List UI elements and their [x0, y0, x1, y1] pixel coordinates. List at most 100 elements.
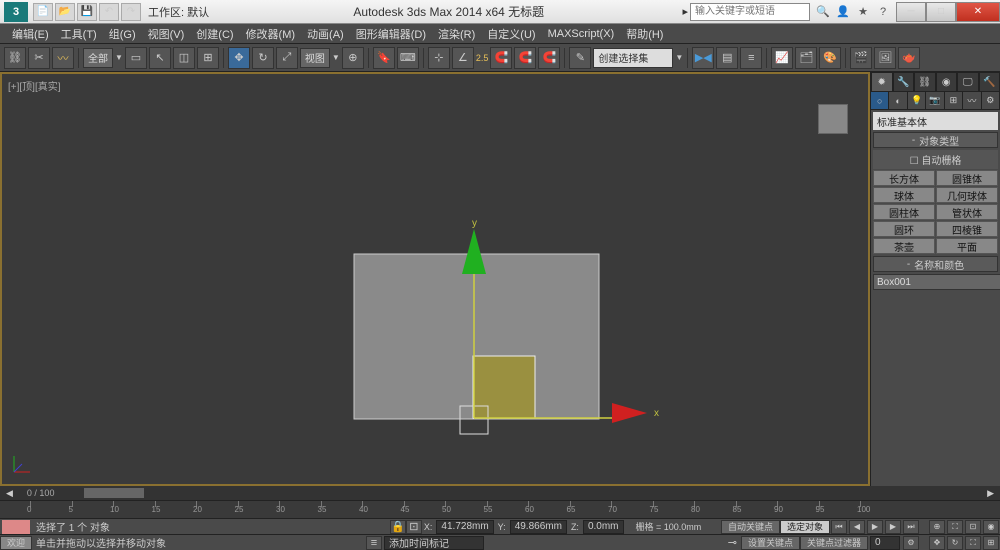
- viewport-canvas[interactable]: y x: [2, 74, 868, 484]
- timeline-ruler[interactable]: 0510152025303540455055606570758085909510…: [0, 500, 1000, 518]
- open-icon[interactable]: 📂: [55, 3, 75, 21]
- script-icon[interactable]: ≡: [366, 536, 382, 550]
- tab-modify[interactable]: 🔧: [893, 72, 915, 92]
- curve-ed-icon[interactable]: 📈: [771, 47, 793, 69]
- ref-coord-dropdown[interactable]: 视图: [300, 48, 330, 68]
- abs-icon[interactable]: ⊡: [406, 520, 422, 534]
- mirror-icon[interactable]: ▶◀: [692, 47, 714, 69]
- menu-group[interactable]: 组(G): [103, 26, 142, 42]
- menu-animation[interactable]: 动画(A): [301, 26, 350, 42]
- sub-helpers[interactable]: ⊞: [945, 92, 963, 109]
- sub-spacewarps[interactable]: 〰: [963, 92, 981, 109]
- viewnav-6-icon[interactable]: ↻: [947, 536, 963, 550]
- select-window-icon[interactable]: ⊞: [197, 47, 219, 69]
- obj-torus[interactable]: 圆环: [873, 221, 935, 237]
- help-icon[interactable]: ?: [874, 3, 892, 21]
- maximize-button[interactable]: □: [926, 2, 956, 22]
- menu-rendering[interactable]: 渲染(R): [432, 26, 481, 42]
- sub-lights[interactable]: 💡: [908, 92, 926, 109]
- menu-tools[interactable]: 工具(T): [55, 26, 103, 42]
- viewnav-7-icon[interactable]: ⛶: [965, 536, 981, 550]
- rotate-icon[interactable]: ↻: [252, 47, 274, 69]
- unlink-icon[interactable]: ✂: [28, 47, 50, 69]
- viewnav-5-icon[interactable]: ✥: [929, 536, 945, 550]
- frame-input[interactable]: 0: [870, 536, 900, 550]
- selset-status[interactable]: 选定对象: [780, 520, 830, 534]
- rollout-namecolor[interactable]: -名称和颜色: [873, 256, 998, 272]
- editset-icon[interactable]: ✎: [569, 47, 591, 69]
- favorites-icon[interactable]: ★: [854, 3, 872, 21]
- goto-end-icon[interactable]: ⏭: [903, 520, 919, 534]
- y-coord[interactable]: 49.866mm: [510, 520, 567, 534]
- viewcube[interactable]: [818, 104, 848, 134]
- viewnav-3-icon[interactable]: ⊡: [965, 520, 981, 534]
- select-icon[interactable]: ▭: [125, 47, 147, 69]
- menu-maxscript[interactable]: MAXScript(X): [542, 28, 621, 40]
- next-frame-icon[interactable]: ▶: [885, 520, 901, 534]
- welcome-button[interactable]: 欢迎: [0, 536, 32, 550]
- psnap2-icon[interactable]: 🧲: [514, 47, 536, 69]
- menu-create[interactable]: 创建(C): [190, 26, 239, 42]
- obj-plane[interactable]: 平面: [936, 238, 998, 254]
- selection-filter[interactable]: 全部: [83, 48, 113, 68]
- menu-view[interactable]: 视图(V): [142, 26, 191, 42]
- lock-icon[interactable]: 🔒: [390, 520, 406, 534]
- spinner-icon[interactable]: 🧲: [538, 47, 560, 69]
- keyfilter-button[interactable]: 关键点过滤器: [800, 536, 868, 550]
- object-name-input[interactable]: [873, 274, 1000, 290]
- sub-cameras[interactable]: 📷: [926, 92, 944, 109]
- workspace-label[interactable]: 工作区: 默认: [148, 4, 209, 20]
- tab-hierarchy[interactable]: ⛓: [914, 72, 936, 92]
- link-icon[interactable]: ⛓: [4, 47, 26, 69]
- addtime-field[interactable]: 添加时间标记: [384, 536, 484, 550]
- obj-geosphere[interactable]: 几何球体: [936, 187, 998, 203]
- tab-motion[interactable]: ◉: [936, 72, 958, 92]
- new-icon[interactable]: 📄: [33, 3, 53, 21]
- sub-systems[interactable]: ⚙: [982, 92, 1000, 109]
- move-icon[interactable]: ✥: [228, 47, 250, 69]
- snap-icon[interactable]: ⊹: [428, 47, 450, 69]
- asnap-icon[interactable]: ∠: [452, 47, 474, 69]
- tab-utilities[interactable]: 🔨: [979, 72, 1000, 92]
- menu-edit[interactable]: 编辑(E): [6, 26, 55, 42]
- pivot-icon[interactable]: ⊕: [342, 47, 364, 69]
- goto-start-icon[interactable]: ⏮: [831, 520, 847, 534]
- redo-icon[interactable]: ↷: [121, 3, 141, 21]
- viewport[interactable]: [+][顶][真实] y x: [0, 72, 870, 486]
- save-icon[interactable]: 💾: [77, 3, 97, 21]
- play-icon[interactable]: ▶: [867, 520, 883, 534]
- x-coord[interactable]: 41.728mm: [436, 520, 493, 534]
- select-region-icon[interactable]: ◫: [173, 47, 195, 69]
- material-ed-icon[interactable]: 🎨: [819, 47, 841, 69]
- manip-icon[interactable]: 🔖: [373, 47, 395, 69]
- render-icon[interactable]: 🫖: [898, 47, 920, 69]
- obj-box[interactable]: 长方体: [873, 170, 935, 186]
- key-icon[interactable]: ⊸: [728, 536, 737, 549]
- timeconfig-icon[interactable]: ⚙: [903, 536, 919, 550]
- autokey-button[interactable]: 自动关键点: [721, 520, 780, 534]
- sub-shapes[interactable]: ◐: [889, 92, 907, 109]
- layers-icon[interactable]: ≡: [740, 47, 762, 69]
- undo-icon[interactable]: ↶: [99, 3, 119, 21]
- rollout-objecttype[interactable]: -对象类型: [873, 132, 998, 148]
- search-input[interactable]: [690, 3, 810, 21]
- psnap-icon[interactable]: 🧲: [490, 47, 512, 69]
- obj-cylinder[interactable]: 圆柱体: [873, 204, 935, 220]
- obj-sphere[interactable]: 球体: [873, 187, 935, 203]
- schematic-icon[interactable]: 🗂: [795, 47, 817, 69]
- menu-help[interactable]: 帮助(H): [620, 26, 669, 42]
- prev-frame-icon[interactable]: ◀: [849, 520, 865, 534]
- obj-pyramid[interactable]: 四棱锥: [936, 221, 998, 237]
- render-setup-icon[interactable]: 🎬: [850, 47, 872, 69]
- quickaccess-icon[interactable]: 🔍: [814, 3, 832, 21]
- minimize-button[interactable]: ─: [896, 2, 926, 22]
- select-arrow-icon[interactable]: ↖: [149, 47, 171, 69]
- sub-geometry[interactable]: ○: [871, 92, 889, 109]
- align-icon[interactable]: ▤: [716, 47, 738, 69]
- setkey-button[interactable]: 设置关键点: [741, 536, 800, 550]
- autogrid-checkbox[interactable]: ☐ 自动栅格: [873, 150, 998, 169]
- menu-customize[interactable]: 自定义(U): [481, 26, 541, 42]
- time-slider-thumb[interactable]: [84, 488, 144, 498]
- obj-teapot[interactable]: 茶壶: [873, 238, 935, 254]
- keymode-icon[interactable]: ⌨: [397, 47, 419, 69]
